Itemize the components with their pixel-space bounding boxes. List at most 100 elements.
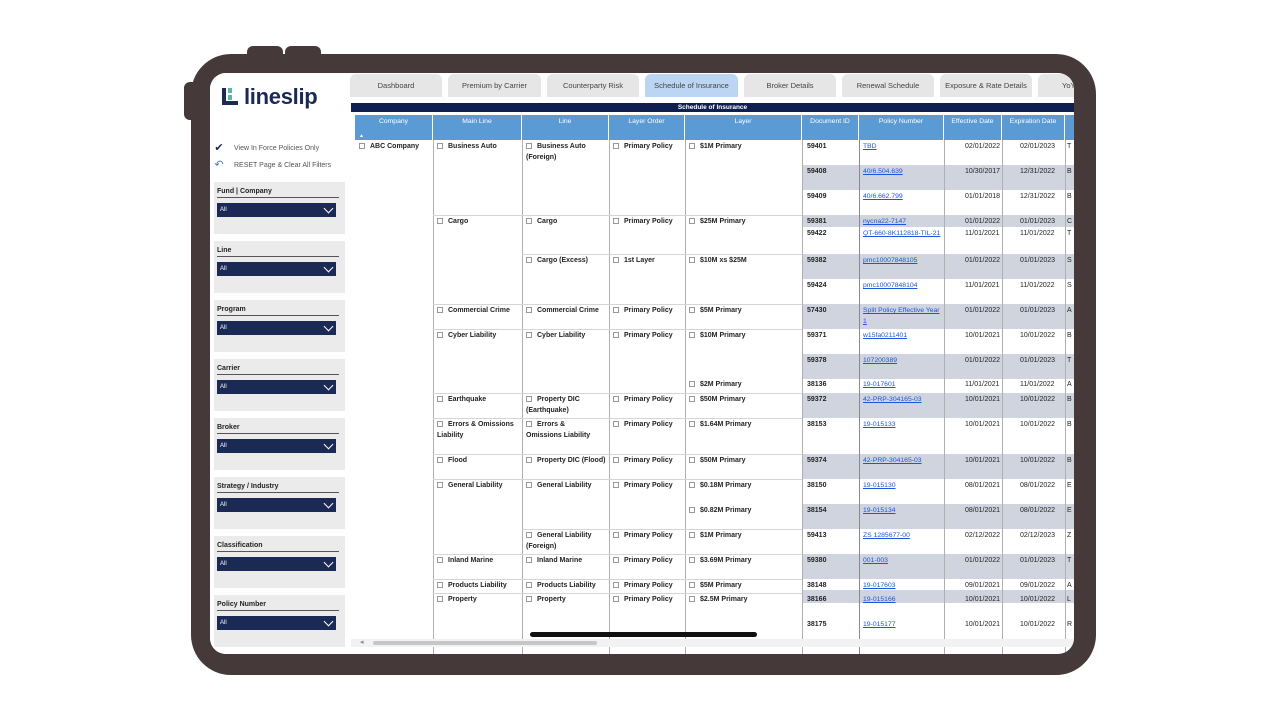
layer-order-cell[interactable]: Primary Policy <box>613 395 673 406</box>
layer-cell[interactable]: $50M Primary <box>689 456 746 467</box>
main-line-cell[interactable]: Flood <box>437 456 467 467</box>
policy-number-link[interactable]: 19-015177 <box>863 620 943 631</box>
line-cell[interactable]: Cargo <box>526 217 557 228</box>
col-document-id[interactable]: Document ID <box>802 115 859 140</box>
layer-cell[interactable]: $10M xs $25M <box>689 256 747 267</box>
line-cell[interactable]: Property <box>526 595 566 606</box>
layer-cell[interactable]: $0.82M Primary <box>689 506 751 517</box>
layer-cell[interactable]: $10M Primary <box>689 331 746 342</box>
filter-dropdown[interactable]: All <box>217 321 336 335</box>
tab-broker-details[interactable]: Broker Details <box>744 74 836 97</box>
line-cell[interactable]: Products Liability <box>526 581 596 592</box>
line-cell[interactable]: General Liability (Foreign) <box>526 531 606 552</box>
layer-cell[interactable]: $1M Primary <box>689 531 742 542</box>
line-cell[interactable]: Property DIC (Earthquake) <box>526 395 606 416</box>
filter-dropdown[interactable]: All <box>217 439 336 453</box>
horizontal-scrollbar[interactable]: ◂ <box>351 639 1074 647</box>
tab-renewal-schedule[interactable]: Renewal Schedule <box>842 74 934 97</box>
layer-cell[interactable]: $0.18M Primary <box>689 481 751 492</box>
policy-number-link[interactable]: 19-015133 <box>863 420 943 431</box>
layer-order-cell[interactable]: Primary Policy <box>613 420 673 431</box>
layer-order-cell[interactable]: Primary Policy <box>613 331 673 342</box>
layer-cell[interactable]: $2M Primary <box>689 380 742 391</box>
col-line[interactable]: Line <box>522 115 609 140</box>
col-main-line[interactable]: Main Line <box>433 115 522 140</box>
col-effective-date[interactable]: Effective Date <box>944 115 1002 140</box>
policy-number-link[interactable]: 40/6.504.639 <box>863 167 943 178</box>
main-line-cell[interactable]: Cargo <box>437 217 468 228</box>
filter-dropdown[interactable]: All <box>217 498 336 512</box>
layer-cell[interactable]: $1M Primary <box>689 142 742 153</box>
scroll-thumb[interactable] <box>373 641 597 645</box>
policy-number-link[interactable]: 40/6.662.799 <box>863 192 943 203</box>
policy-number-link[interactable]: QT-660-8K112818-TIL-21 <box>863 229 943 240</box>
main-line-cell[interactable]: General Liability <box>437 481 502 492</box>
layer-cell[interactable]: $1.64M Primary <box>689 420 751 431</box>
line-cell[interactable]: Inland Marine <box>526 556 582 567</box>
reset-filters-button[interactable]: ↶ RESET Page & Clear All Filters <box>212 159 331 171</box>
tab-counterparty-risk[interactable]: Counterparty Risk <box>547 74 639 97</box>
filter-dropdown[interactable]: All <box>217 262 336 276</box>
line-cell[interactable]: General Liability <box>526 481 591 492</box>
policy-number-link[interactable]: pmc10007848104 <box>863 281 943 292</box>
company-cell[interactable]: ABC Company <box>359 142 419 153</box>
tab-premium-by-carrier[interactable]: Premium by Carrier <box>448 74 541 97</box>
layer-order-cell[interactable]: Primary Policy <box>613 456 673 467</box>
layer-order-cell[interactable]: Primary Policy <box>613 531 673 542</box>
policy-number-link[interactable]: 19-017603 <box>863 581 943 592</box>
policy-number-link[interactable]: 19-015166 <box>863 595 943 606</box>
main-line-cell[interactable]: Products Liability <box>437 581 507 592</box>
policy-number-link[interactable]: 42-PRP-304165-03 <box>863 395 943 406</box>
line-cell[interactable]: Business Auto (Foreign) <box>526 142 606 163</box>
layer-order-cell[interactable]: 1st Layer <box>613 256 655 267</box>
tab-schedule-of-insurance[interactable]: Schedule of Insurance <box>645 74 738 97</box>
policy-number-link[interactable]: pmc10007848105 <box>863 256 943 267</box>
policy-number-link[interactable]: 001-003 <box>863 556 943 567</box>
main-line-cell[interactable]: Inland Marine <box>437 556 493 567</box>
policy-number-link[interactable]: 19-015134 <box>863 506 943 517</box>
view-in-force-toggle[interactable]: ✔ View In Force Policies Only <box>212 142 319 154</box>
main-line-cell[interactable]: Cyber Liability <box>437 331 496 342</box>
layer-order-cell[interactable]: Primary Policy <box>613 481 673 492</box>
layer-cell[interactable]: $2.5M Primary <box>689 595 747 606</box>
policy-number-link[interactable]: 19-017601 <box>863 380 943 391</box>
policy-number-link[interactable]: 42-PRP-304165-03 <box>863 456 943 467</box>
filter-dropdown[interactable]: All <box>217 616 336 630</box>
layer-order-cell[interactable]: Primary Policy <box>613 595 673 606</box>
layer-order-cell[interactable]: Primary Policy <box>613 217 673 228</box>
line-cell[interactable]: Commercial Crime <box>526 306 599 317</box>
policy-number-link[interactable]: Split Policy Effective Year 1 <box>863 306 943 327</box>
layer-order-cell[interactable]: Primary Policy <box>613 581 673 592</box>
layer-cell[interactable]: $3.69M Primary <box>689 556 751 567</box>
tab-exposure-rate-details[interactable]: Exposure & Rate Details <box>940 74 1032 97</box>
line-cell[interactable]: Property DIC (Flood) <box>526 456 606 467</box>
tab-dashboard[interactable]: Dashboard <box>350 74 442 97</box>
layer-order-cell[interactable]: Primary Policy <box>613 142 673 153</box>
policy-number-link[interactable]: nycna22-7147 <box>863 217 943 228</box>
col-policy-number[interactable]: Policy Number <box>859 115 944 140</box>
policy-number-link[interactable]: TBD <box>863 142 943 153</box>
layer-cell[interactable]: $5M Primary <box>689 581 742 592</box>
main-line-cell[interactable]: Earthquake <box>437 395 486 406</box>
col-company[interactable]: Company ▲ <box>355 115 433 140</box>
policy-number-link[interactable]: w15fa0211401 <box>863 331 943 342</box>
line-cell[interactable]: Errors & Omissions Liability <box>526 420 596 441</box>
policy-number-link[interactable]: 19-015130 <box>863 481 943 492</box>
line-cell[interactable]: Cyber Liability <box>526 331 585 342</box>
filter-dropdown[interactable]: All <box>217 557 336 571</box>
layer-cell[interactable]: $5M Primary <box>689 306 742 317</box>
layer-cell[interactable]: $50M Primary <box>689 395 746 406</box>
col-layer[interactable]: Layer <box>685 115 802 140</box>
layer-order-cell[interactable]: Primary Policy <box>613 306 673 317</box>
col-expiration-date[interactable]: Expiration Date <box>1002 115 1065 140</box>
tab-yoy[interactable]: YoY <box>1038 74 1074 97</box>
col-layer-order[interactable]: Layer Order <box>609 115 685 140</box>
line-cell[interactable]: Cargo (Excess) <box>526 256 588 267</box>
layer-order-cell[interactable]: Primary Policy <box>613 556 673 567</box>
policy-number-link[interactable]: ZS 1285677-00 <box>863 531 943 542</box>
filter-dropdown[interactable]: All <box>217 203 336 217</box>
layer-cell[interactable]: $25M Primary <box>689 217 746 228</box>
main-line-cell[interactable]: Business Auto <box>437 142 497 153</box>
scroll-left-icon[interactable]: ◂ <box>360 639 364 647</box>
main-line-cell[interactable]: Property <box>437 595 477 606</box>
